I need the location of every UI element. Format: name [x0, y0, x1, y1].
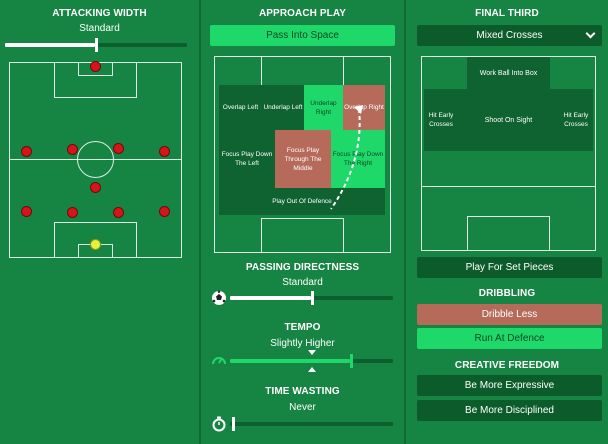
final-third-panel: FINAL THIRD Mixed Crosses Work Ball Into… [406, 0, 608, 444]
player-center-back-left[interactable] [67, 207, 78, 218]
player-center-mid-left[interactable] [67, 144, 78, 155]
dribbling-title: DRIBBLING [478, 288, 536, 299]
dribble-less-button[interactable]: Dribble Less [417, 304, 602, 325]
zone-hit-early-crosses-left[interactable]: Hit Early Crosses [424, 89, 458, 151]
approach-play-panel: APPROACH PLAY Pass Into Space Overlap Le… [201, 0, 404, 444]
player-defensive-mid[interactable] [90, 182, 101, 193]
attacking-width-value: Standard [79, 23, 120, 34]
slider-range-fill [230, 359, 350, 363]
top-penalty-box [261, 56, 344, 88]
time-wasting-slider[interactable] [230, 417, 393, 431]
bottom-penalty-box [467, 216, 550, 251]
chevron-down-icon [585, 28, 596, 39]
time-wasting-title: TIME WASTING [265, 386, 340, 397]
play-for-set-pieces-button[interactable]: Play For Set Pieces [417, 257, 602, 278]
attacking-width-title: ATTACKING WIDTH [52, 8, 147, 19]
tempo-slider[interactable] [230, 350, 393, 372]
player-right-back[interactable] [159, 206, 170, 217]
final-third-pitch: Work Ball Into Box Hit Early Crosses Sho… [421, 56, 596, 251]
slider-fill [230, 296, 311, 300]
final-third-title: FINAL THIRD [475, 8, 539, 19]
tempo-title: TEMPO [284, 322, 321, 333]
pass-into-space-button[interactable]: Pass Into Space [210, 25, 395, 46]
passing-directness-value: Standard [282, 277, 323, 288]
approach-play-title: APPROACH PLAY [258, 8, 347, 19]
time-wasting-value: Never [289, 402, 316, 413]
slider-knob[interactable] [311, 291, 314, 305]
tempo-marker-icon[interactable] [308, 350, 316, 372]
zone-underlap-left[interactable]: Underlap Left [262, 85, 304, 130]
slider-knob[interactable] [232, 417, 235, 431]
player-center-back-right[interactable] [113, 207, 124, 218]
player-striker[interactable] [90, 61, 101, 72]
be-more-expressive-button[interactable]: Be More Expressive [417, 375, 602, 396]
slider-track [230, 422, 393, 426]
movement-arrow-icon [330, 105, 363, 210]
zone-overlap-left[interactable]: Overlap Left [219, 85, 262, 130]
passing-directness-title: PASSING DIRECTNESS [245, 262, 360, 273]
bottom-penalty-box [261, 218, 344, 253]
final-third-dropdown[interactable]: Mixed Crosses [417, 25, 602, 46]
speedometer-icon [212, 357, 226, 365]
dropdown-value: Mixed Crosses [476, 30, 543, 41]
be-more-disciplined-button[interactable]: Be More Disciplined [417, 400, 602, 421]
halfway-line [421, 186, 596, 187]
slider-knob[interactable] [95, 38, 98, 52]
formation-pitch [9, 61, 182, 258]
zone-shoot-on-sight[interactable]: Shoot On Sight [458, 89, 559, 151]
zone-focus-left[interactable]: Focus Play Down The Left [219, 130, 275, 188]
player-left-mid[interactable] [21, 146, 32, 157]
run-at-defence-button[interactable]: Run At Defence [417, 328, 602, 349]
player-right-mid[interactable] [159, 146, 170, 157]
zone-work-ball-into-box[interactable]: Work Ball Into Box [467, 57, 550, 89]
center-circle [77, 141, 114, 178]
zone-hit-early-crosses-right[interactable]: Hit Early Crosses [559, 89, 593, 151]
attacking-width-panel: ATTACKING WIDTH Standard [0, 0, 199, 444]
creative-freedom-title: CREATIVE FREEDOM [454, 360, 560, 371]
stopwatch-icon [212, 416, 226, 432]
player-center-mid-right[interactable] [113, 143, 124, 154]
attacking-width-slider[interactable] [5, 38, 187, 52]
ball-icon [212, 290, 226, 305]
approach-pitch: Overlap Left Underlap Left Underlap Righ… [214, 56, 391, 253]
player-goalkeeper[interactable] [90, 239, 101, 250]
slider-range-end[interactable] [350, 354, 353, 368]
tempo-value: Slightly Higher [270, 338, 335, 349]
slider-fill [5, 43, 95, 47]
player-left-back[interactable] [21, 206, 32, 217]
passing-directness-slider[interactable] [230, 291, 393, 305]
